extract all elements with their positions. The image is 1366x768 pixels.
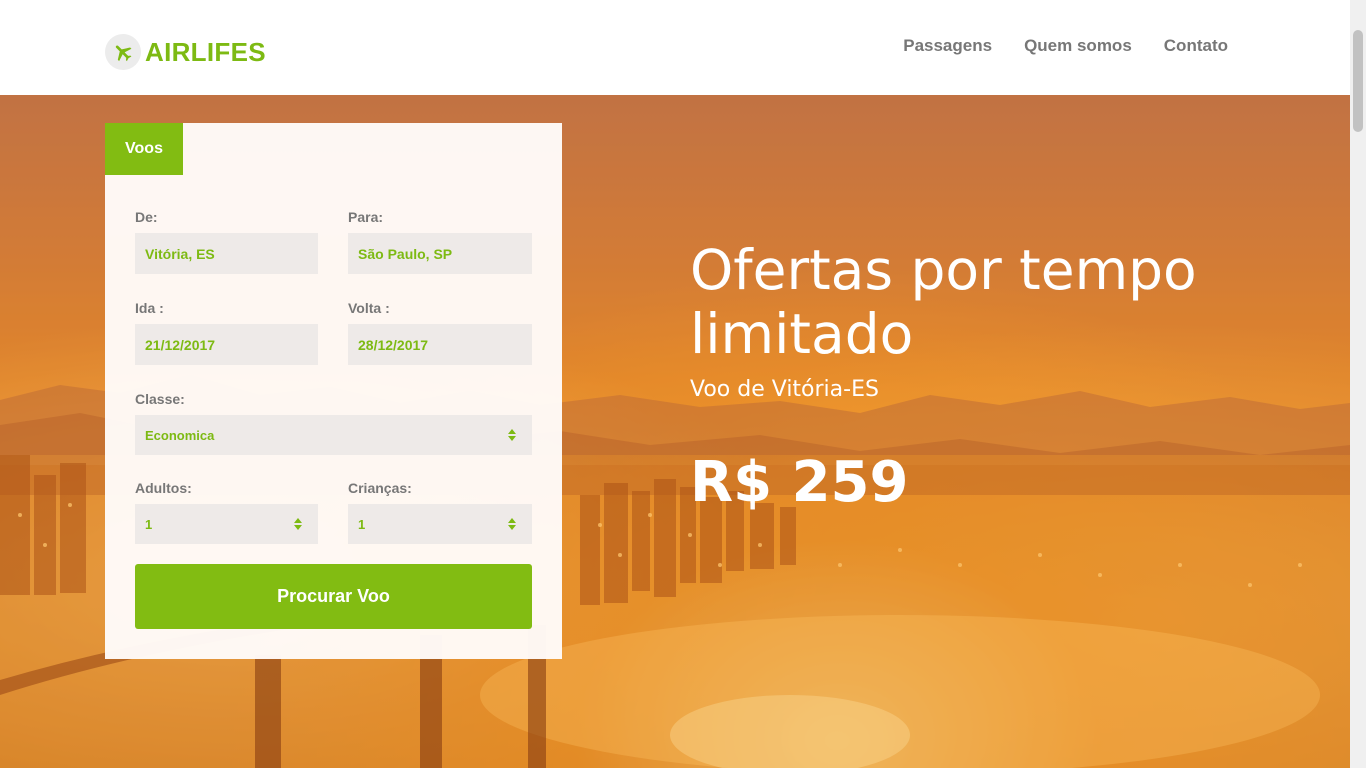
sort-arrows-icon (508, 518, 516, 530)
nav-link-passagens[interactable]: Passagens (903, 36, 992, 56)
site-header: AIRLIFES Passagens Quem somos Contato (0, 0, 1350, 95)
nav-link-contato[interactable]: Contato (1164, 36, 1228, 56)
sort-arrows-icon (294, 518, 302, 530)
class-label: Classe: (135, 391, 185, 407)
airplane-icon (105, 34, 141, 70)
offer-subtitle: Voo de Vitória-ES (690, 377, 879, 402)
children-label: Crianças: (348, 480, 412, 496)
brand-logo[interactable]: AIRLIFES (105, 34, 266, 70)
page-scrollbar[interactable] (1350, 0, 1366, 768)
children-select[interactable]: 1 (348, 504, 532, 544)
nav-link-quem-somos[interactable]: Quem somos (1024, 36, 1132, 56)
from-value: Vitória, ES (145, 245, 215, 262)
offer-price: R$ 259 (690, 450, 909, 515)
class-select[interactable]: Economica (135, 415, 532, 455)
adults-select[interactable]: 1 (135, 504, 318, 544)
return-label: Volta : (348, 300, 390, 316)
adults-label: Adultos: (135, 480, 192, 496)
sort-arrows-icon (508, 429, 516, 441)
from-field[interactable]: Vitória, ES (135, 233, 318, 274)
return-date-field[interactable]: 28/12/2017 (348, 324, 532, 365)
brand-name: AIRLIFES (145, 36, 266, 67)
to-field[interactable]: São Paulo, SP (348, 233, 532, 274)
scrollbar-thumb[interactable] (1353, 30, 1363, 132)
search-flight-button[interactable]: Procurar Voo (135, 564, 532, 629)
adults-value: 1 (145, 516, 153, 532)
return-date-value: 28/12/2017 (358, 336, 429, 353)
depart-label: Ida : (135, 300, 164, 316)
flight-search-form: Voos De: Para: Vitória, ES São Paulo, SP… (105, 123, 562, 659)
class-value: Economica (145, 427, 215, 443)
to-label: Para: (348, 209, 384, 225)
depart-date-value: 21/12/2017 (145, 336, 216, 353)
tab-voos[interactable]: Voos (105, 123, 183, 175)
depart-date-field[interactable]: 21/12/2017 (135, 324, 318, 365)
from-label: De: (135, 209, 158, 225)
to-value: São Paulo, SP (358, 245, 453, 262)
main-nav: Passagens Quem somos Contato (871, 36, 1228, 56)
offer-title: Ofertas por tempo limitado (690, 238, 1197, 366)
children-value: 1 (358, 516, 366, 532)
